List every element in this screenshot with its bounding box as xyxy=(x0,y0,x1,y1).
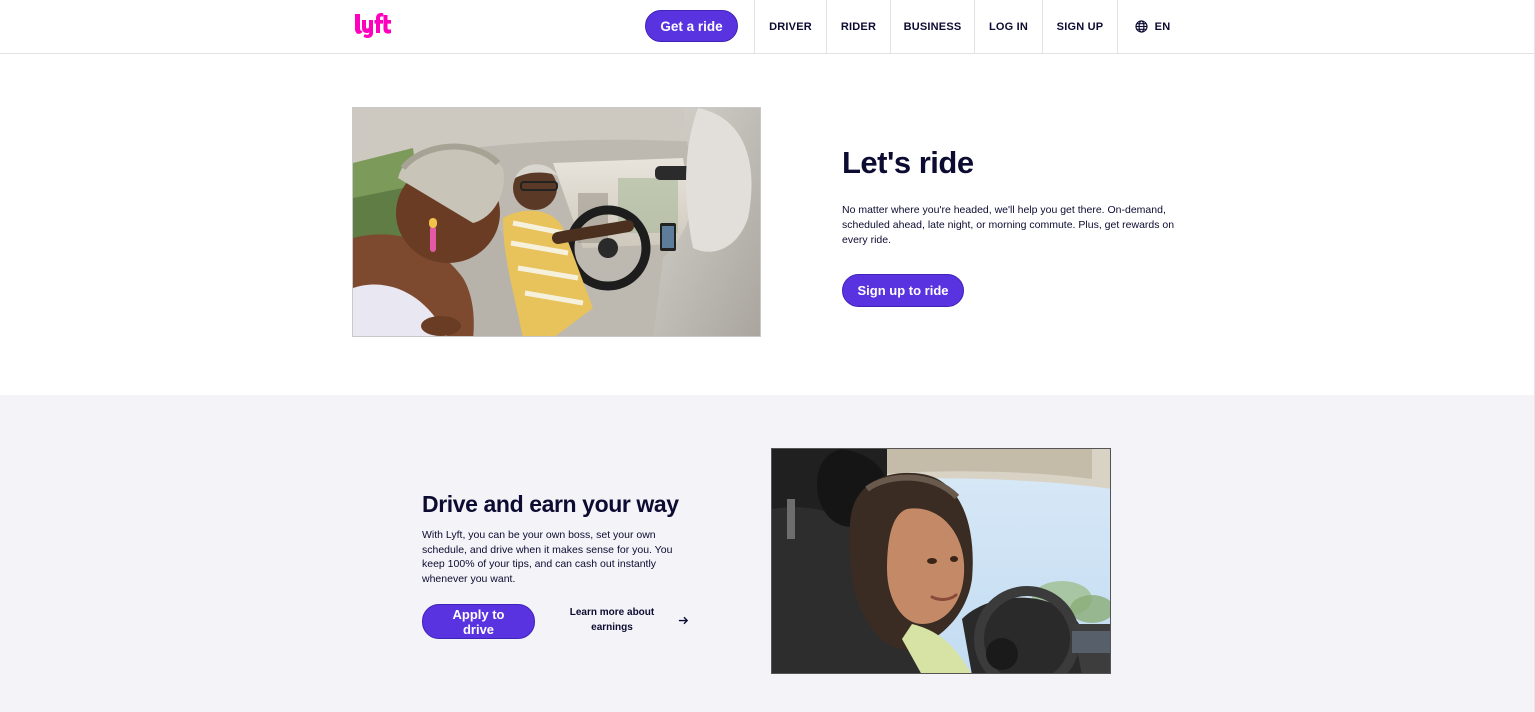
drive-section: Drive and earn your way With Lyft, you c… xyxy=(0,395,1535,712)
globe-icon xyxy=(1135,20,1148,33)
nav-rider[interactable]: RIDER xyxy=(826,0,890,53)
language-label: EN xyxy=(1154,20,1171,33)
nav-sign-up[interactable]: SIGN UP xyxy=(1042,0,1117,53)
ride-heading: Let's ride xyxy=(842,145,974,180)
driver-photo xyxy=(771,448,1111,674)
apply-to-drive-button[interactable]: Apply to drive xyxy=(422,604,535,639)
learn-more-label: Learn more about earnings xyxy=(569,607,655,633)
rider-car-photo xyxy=(352,107,761,337)
top-navigation-bar: Get a ride DRIVER RIDER BUSINESS LOG IN … xyxy=(0,0,1535,54)
main-nav: DRIVER RIDER BUSINESS LOG IN SIGN UP EN xyxy=(754,0,1187,53)
arrow-right-icon xyxy=(678,616,689,624)
nav-business[interactable]: BUSINESS xyxy=(890,0,974,53)
drive-description: With Lyft, you can be your own boss, set… xyxy=(422,529,673,585)
learn-more-earnings-link[interactable]: Learn more about earnings xyxy=(564,604,694,636)
ride-section: Let's ride No matter where you're headed… xyxy=(0,54,1535,395)
nav-driver[interactable]: DRIVER xyxy=(754,0,826,53)
nav-log-in[interactable]: LOG IN xyxy=(974,0,1042,53)
drive-heading: Drive and earn your way xyxy=(422,491,679,517)
ride-description: No matter where you're headed, we'll hel… xyxy=(842,204,1175,246)
language-selector[interactable]: EN xyxy=(1117,0,1187,53)
lyft-logo[interactable] xyxy=(355,12,393,38)
sign-up-to-ride-button[interactable]: Sign up to ride xyxy=(842,274,964,307)
get-a-ride-button[interactable]: Get a ride xyxy=(645,10,738,42)
